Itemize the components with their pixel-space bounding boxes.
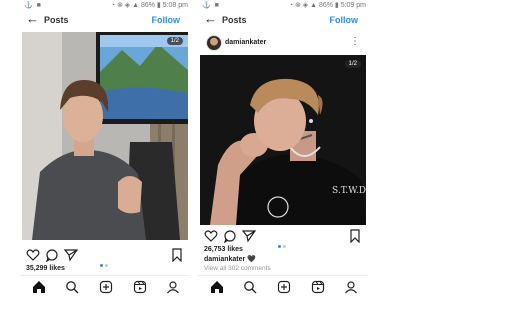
bookmark-icon[interactable] bbox=[170, 248, 184, 262]
carousel-indicator bbox=[100, 254, 110, 267]
bookmark-icon[interactable] bbox=[348, 229, 362, 243]
profile-icon[interactable] bbox=[166, 280, 180, 294]
heart-icon[interactable] bbox=[26, 248, 40, 262]
page-title: Posts bbox=[222, 15, 247, 25]
status-left: ⚓ ■ bbox=[202, 2, 220, 9]
page-title: Posts bbox=[44, 15, 69, 25]
reels-icon[interactable] bbox=[311, 280, 325, 294]
svg-text:S.T.W.D.: S.T.W.D. bbox=[332, 186, 366, 196]
search-icon[interactable] bbox=[243, 280, 257, 294]
share-icon[interactable] bbox=[64, 248, 78, 262]
post-image[interactable]: 1/2 bbox=[22, 32, 188, 240]
reels-icon[interactable] bbox=[133, 280, 147, 294]
carousel-indicator bbox=[278, 235, 288, 248]
caption: damiankater 🖤 bbox=[204, 255, 256, 263]
share-icon[interactable] bbox=[242, 229, 256, 243]
post-actions bbox=[198, 229, 368, 248]
bottom-nav bbox=[198, 275, 368, 298]
home-icon[interactable] bbox=[32, 280, 46, 294]
follow-button[interactable]: Follow bbox=[330, 15, 359, 25]
post-author-row: damiankater ⋮ bbox=[198, 33, 368, 53]
caption-username[interactable]: damiankater bbox=[204, 256, 245, 263]
home-icon[interactable] bbox=[210, 280, 224, 294]
status-left: ⚓ ■ bbox=[24, 2, 42, 9]
bottom-nav bbox=[20, 275, 190, 298]
back-arrow-icon[interactable]: ← bbox=[26, 12, 39, 26]
new-post-icon[interactable] bbox=[99, 280, 113, 294]
post-image[interactable]: S.T.W.D. 1/2 bbox=[200, 55, 366, 225]
status-right: ◔ ⊗ ◈ ▲ 86% ▮ 5:08 pm bbox=[110, 2, 188, 9]
image-counter: 1/2 bbox=[166, 37, 183, 45]
profile-icon[interactable] bbox=[344, 280, 358, 294]
post-username[interactable]: damiankater bbox=[225, 39, 266, 46]
view-comments-link[interactable]: View all 302 comments bbox=[204, 265, 271, 272]
follow-button[interactable]: Follow bbox=[152, 15, 181, 25]
phone-screen-1: ⚓ ■ ◔ ⊗ ◈ ▲ 86% ▮ 5:08 pm ← Posts Follow bbox=[20, 0, 190, 313]
back-arrow-icon[interactable]: ← bbox=[204, 12, 217, 26]
status-right: ◔ ⊗ ◈ ▲ 86% ▮ 5:09 pm bbox=[288, 2, 366, 9]
avatar[interactable] bbox=[206, 35, 222, 51]
like-count[interactable]: 26,753 likes bbox=[204, 246, 243, 253]
more-options-icon[interactable]: ⋮ bbox=[350, 36, 360, 47]
new-post-icon[interactable] bbox=[277, 280, 291, 294]
header: ← Posts Follow bbox=[20, 10, 190, 30]
like-count[interactable]: 35,299 likes bbox=[26, 265, 65, 272]
post-actions bbox=[20, 248, 190, 267]
header: ← Posts Follow bbox=[198, 10, 368, 30]
comment-icon[interactable] bbox=[45, 248, 59, 262]
image-counter: 1/2 bbox=[344, 60, 361, 68]
phone-screen-2: ⚓ ■ ◔ ⊗ ◈ ▲ 86% ▮ 5:09 pm ← Posts Follow… bbox=[198, 0, 368, 313]
heart-icon[interactable] bbox=[204, 229, 218, 243]
search-icon[interactable] bbox=[65, 280, 79, 294]
status-bar: ⚓ ■ ◔ ⊗ ◈ ▲ 86% ▮ 5:08 pm bbox=[20, 0, 190, 10]
comment-icon[interactable] bbox=[223, 229, 237, 243]
status-bar: ⚓ ■ ◔ ⊗ ◈ ▲ 86% ▮ 5:09 pm bbox=[198, 0, 368, 10]
caption-text: 🖤 bbox=[247, 256, 256, 263]
